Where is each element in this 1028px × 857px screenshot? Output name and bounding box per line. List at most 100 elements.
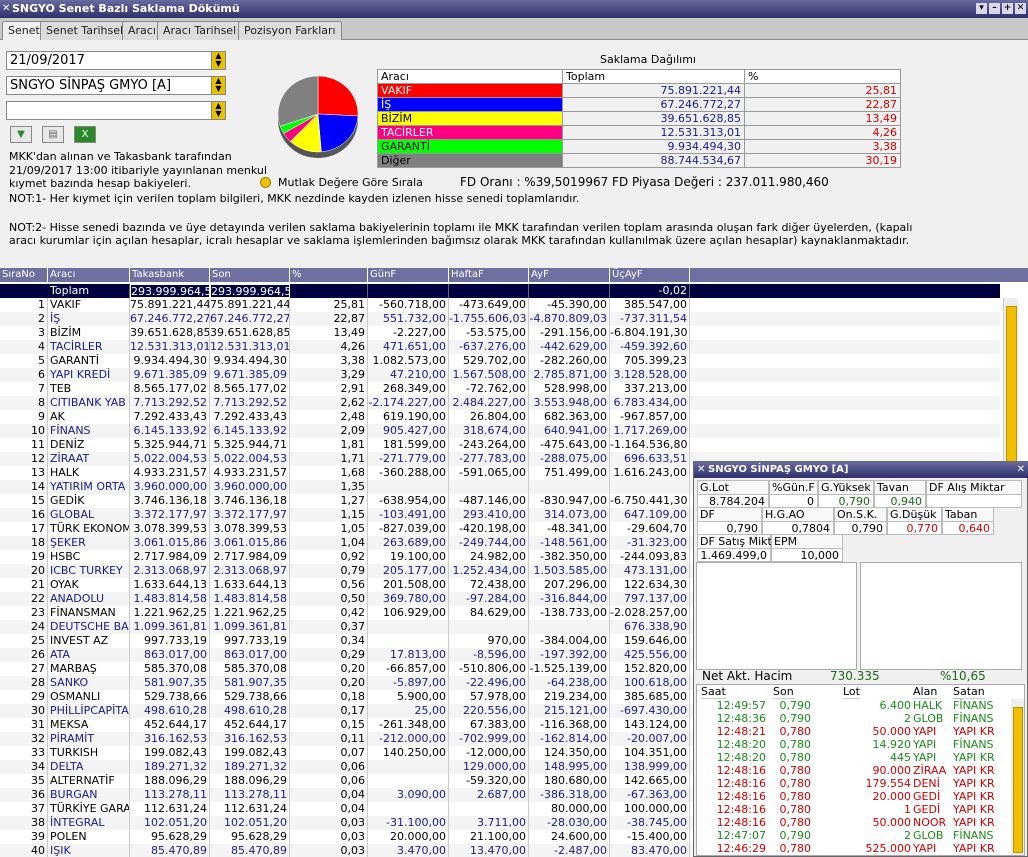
grid-cell: 189.271,32 (210, 760, 290, 774)
trade-row[interactable]: 12:46:29 0,780 525.000 YAPI YAPI KR (697, 842, 1017, 855)
grid-cell: 8.565.177,02 (210, 382, 290, 396)
trade-header: Saat (701, 685, 726, 699)
grid-cell: -277.783,00 (449, 452, 529, 466)
table-row[interactable]: 3 BİZİM 39.651.628,85 39.651.628,85 13,49 -2.… (0, 326, 1000, 340)
window-menu-icon[interactable]: ▾ (976, 3, 987, 14)
grid-header-cell[interactable]: ÜçAyF (610, 268, 690, 282)
trade-row[interactable]: 12:48:16 0,780 1 GEDİ YAPI KR (697, 803, 1017, 816)
trade-cell: YAPI KR (953, 751, 995, 764)
grid-cell (368, 802, 449, 816)
grid-cell: 3.372.177,97 (130, 508, 210, 522)
trade-row[interactable]: 12:48:16 0,780 20.000 GEDİ YAPI KR (697, 790, 1017, 803)
table-row[interactable]: 8 CITIBANK YAB 7.713.292,52 7.713.292,52 2,6… (0, 396, 1000, 410)
table-row[interactable]: 4 TACİRLER 12.531.313,01 12.531.313,01 4,26 4… (0, 340, 1000, 354)
trade-row[interactable]: 12:48:16 0,780 90.000 ZİRAA YAPI KR (697, 764, 1017, 777)
tab-senet-tarihsel[interactable]: Senet Tarihsel (40, 21, 130, 40)
trade-cell: YAPI KR (953, 842, 995, 855)
field-label: On.S.K. (834, 507, 887, 522)
popup-x-icon[interactable]: ✕ (1017, 462, 1025, 478)
trades-scroll-thumb[interactable] (1013, 707, 1023, 853)
grid-cell: 369.780,00 (368, 592, 449, 606)
grid-cell: 293.999.964,5 (130, 284, 210, 298)
table-row[interactable]: 1 VAKIF 75.891.221,44 75.891.221,44 25,81 -56… (0, 298, 1000, 312)
grid-header-cell[interactable]: HaftaF (449, 268, 529, 282)
grid-header-cell[interactable]: SıraNo (0, 268, 48, 282)
grid-header-cell[interactable]: AyF (529, 268, 610, 282)
trades-scrollbar[interactable] (1011, 699, 1024, 855)
grid-cell: 9.671.385,09 (210, 368, 290, 382)
tab-pozisyon-farklari[interactable]: Pozisyon Farkları (238, 21, 342, 40)
window-close-icon[interactable]: ✕ (1015, 3, 1026, 14)
grid-cell: 148.995,00 (529, 760, 610, 774)
sort-radio[interactable] (260, 177, 271, 188)
table-row[interactable]: 10 FİNANS 6.145.133,92 6.145.133,92 2,09 905.… (0, 424, 1000, 438)
table-row[interactable]: 2 İŞ 67.246.772,27 67.246.772,27 22,87 551.73… (0, 312, 1000, 326)
tab-araci-tarihsel[interactable]: Aracı Tarihsel (157, 21, 243, 40)
trade-cell: 50.000 (872, 816, 912, 829)
grid-cell: -116.368,00 (529, 718, 610, 732)
date-select[interactable]: 21/09/2017 ▲ ▼ (6, 51, 226, 70)
trade-row[interactable]: 12:48:20 0,780 14.920 YAPI FİNANS (697, 738, 1017, 751)
grid-cell: 3.090,00 (368, 788, 449, 802)
window-controls: ▾ – + ✕ (976, 3, 1026, 14)
trade-row[interactable]: 12:48:16 0,780 50.000 NOOR YAPI KR (697, 816, 1017, 829)
distribution-broker: İŞ (377, 97, 563, 112)
table-row[interactable]: 11 DENİZ 5.325.944,71 5.325.944,71 1,81 181.5… (0, 438, 1000, 452)
excel-button[interactable]: X (74, 126, 96, 143)
grid-header-cell[interactable]: GünF (368, 268, 449, 282)
grid-cell: 7 (0, 382, 48, 396)
header-pct: % (744, 69, 901, 84)
distribution-row: GARANTİ 9.934.494,30 3,38 (377, 139, 901, 154)
grid-cell: 2.484.227,00 (449, 396, 529, 410)
grid-cell: -244.093,83 (610, 550, 690, 564)
trade-row[interactable]: 12:48:21 0,780 50.000 YAPI YAPI KR (697, 725, 1017, 738)
field-label: H.G.AO (762, 507, 834, 522)
trade-row[interactable]: 12:48:20 0,780 445 YAPI YAPI KR (697, 751, 1017, 764)
grid-cell: -737.311,54 (610, 312, 690, 326)
grid-header-cell[interactable]: Aracı (48, 268, 130, 282)
distribution-pie-chart (277, 75, 359, 158)
close-icon[interactable]: ✕ (2, 0, 10, 18)
grid-header-cell[interactable]: Takasbank (130, 268, 210, 282)
dropdown-arrow-icon[interactable]: ▲ ▼ (211, 52, 225, 69)
minimize-icon[interactable]: – (989, 3, 1000, 14)
grid-total-row[interactable]: Toplam 293.999.964,5 293.999.964,5 -0,02 (0, 284, 1000, 298)
grid-cell: 67.246.772,27 (210, 312, 290, 326)
header-toplam: Toplam (562, 69, 745, 84)
table-row[interactable]: 7 TEB 8.565.177,02 8.565.177,02 2,91 268.349,… (0, 382, 1000, 396)
trade-row[interactable]: 12:48:36 0,790 2 GLOB FİNANS (697, 712, 1017, 725)
grid-header-cell[interactable]: % (290, 268, 368, 282)
trade-row[interactable]: 12:48:16 0,780 179.554 DENİ YAPI KR (697, 777, 1017, 790)
filter-button[interactable]: ▼ (10, 126, 32, 143)
grid-header-cell[interactable]: Son (210, 268, 290, 282)
grid-cell: 18 (0, 536, 48, 550)
table-row[interactable]: 6 YAPI KREDİ 9.671.385,09 9.671.385,09 3,29 4… (0, 368, 1000, 382)
maximize-icon[interactable]: + (1002, 3, 1013, 14)
grid-cell: -6.750.441,30 (610, 494, 690, 508)
tab-araci[interactable]: Aracı (122, 21, 162, 40)
field-label: DF Alış Miktar (926, 480, 1022, 495)
trade-row[interactable]: 12:49:57 0,790 6.400 HALK FİNANS (697, 699, 1017, 712)
third-select[interactable]: ▲ ▼ (6, 101, 226, 120)
grid-cell: 112.631,24 (210, 802, 290, 816)
grid-cell: 20 (0, 564, 48, 578)
field-value: 0,790 (834, 521, 887, 535)
grid-cell: 3.746.136,18 (210, 494, 290, 508)
table-row[interactable]: 5 GARANTİ 9.934.494,30 9.934.494,30 3,38 1.08… (0, 354, 1000, 368)
grid-cell: 1.099.361,81 (210, 620, 290, 634)
grid-cell: 0,06 (290, 774, 368, 788)
grid-cell: 1.633.644,13 (210, 578, 290, 592)
grid-cell: 12.531.313,01 (130, 340, 210, 354)
grid-cell: -2.227,00 (368, 326, 449, 340)
table-row[interactable]: 9 AK 7.292.433,43 7.292.433,43 2,48 619.190,0… (0, 410, 1000, 424)
dropdown-arrow-icon[interactable]: ▲ ▼ (211, 77, 225, 94)
dropdown-arrow-icon[interactable]: ▲ ▼ (211, 102, 225, 119)
trade-cell: 525.000 (865, 842, 912, 855)
popup-close-icon[interactable]: ✕ (697, 462, 705, 478)
print-button[interactable]: ▤ (42, 126, 64, 143)
trade-row[interactable]: 12:47:07 0,790 2 GLOB FİNANS (697, 829, 1017, 842)
field-label: G.Lot (697, 480, 769, 495)
grid-cell: 293.999.964,5 (210, 284, 290, 298)
grid-cell: -138.733,00 (529, 606, 610, 620)
stock-select[interactable]: SNGYO SİNPAŞ GMYO [A] ▲ ▼ (6, 76, 226, 95)
